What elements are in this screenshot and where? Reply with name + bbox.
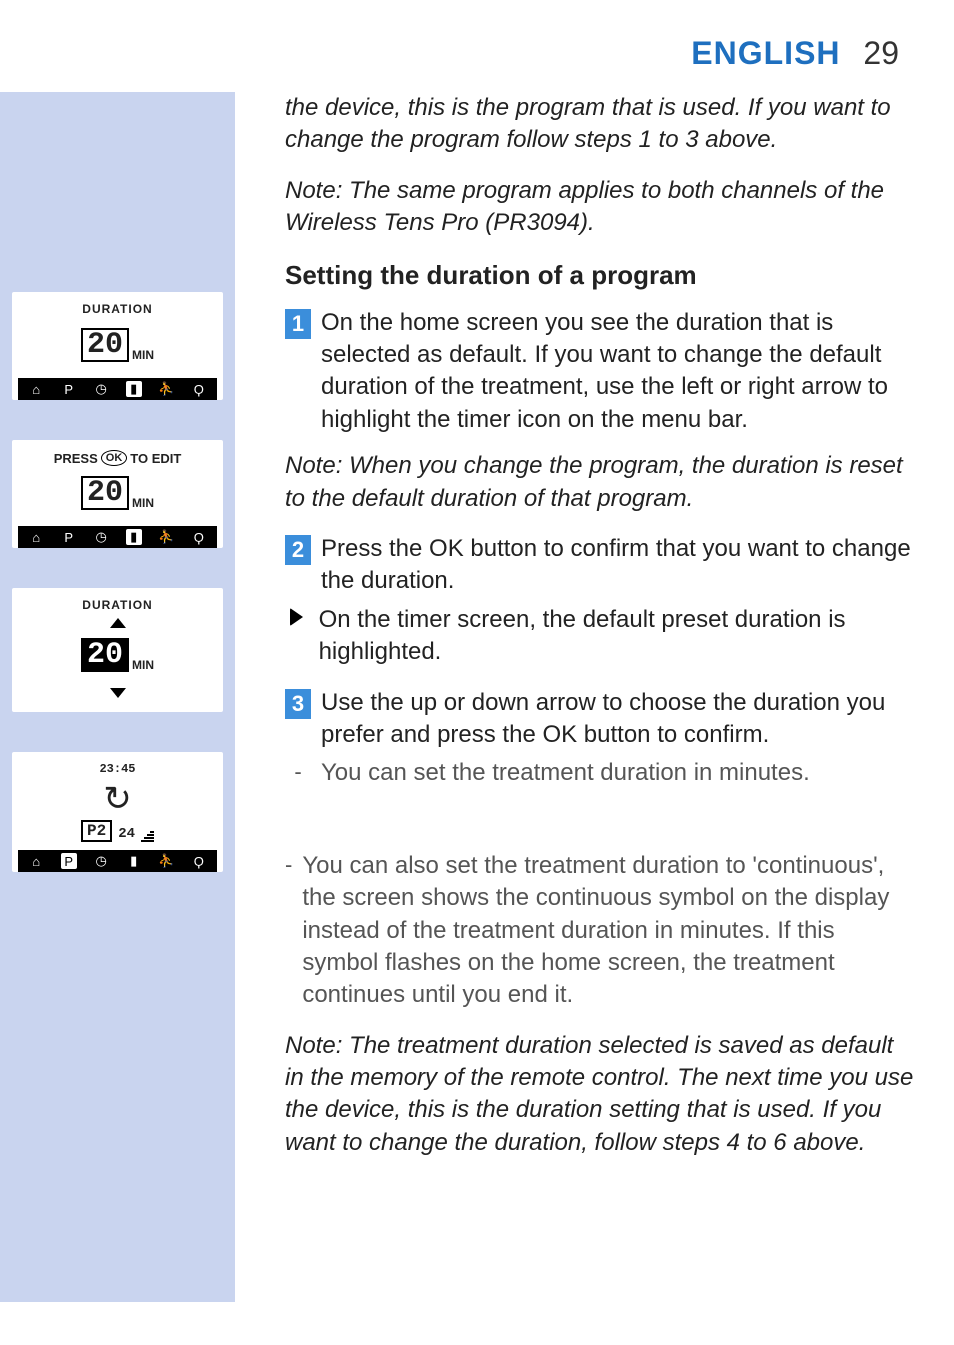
page-header: ENGLISH 29	[0, 0, 954, 92]
figure-duration-home: DURATION 20 MIN ⌂ P ◷ ▮ ⛹ Ϙ	[12, 292, 223, 400]
arrow-up-icon	[110, 618, 126, 628]
signal-bars-icon	[141, 831, 154, 842]
battery-icon: ▮	[126, 529, 142, 545]
step-2-sub-text: On the timer screen, the default preset …	[319, 604, 914, 669]
home-icon: ⌂	[28, 853, 44, 869]
step-badge-1: 1	[285, 309, 311, 339]
person-icon: ⛹	[158, 381, 174, 397]
step-3-sub-b: - You can also set the treatment duratio…	[285, 850, 914, 1012]
home-icon: ⌂	[28, 529, 44, 545]
fig2-menubar: ⌂ P ◷ ▮ ⛹ Ϙ	[18, 526, 217, 548]
figure-press-ok: PRESS OK TO EDIT 20 MIN ⌂ P ◷ ▮ ⛹ Ϙ	[12, 440, 223, 548]
page-number: 29	[863, 35, 899, 71]
step-badge-3: 3	[285, 689, 311, 719]
menu-y-icon: Ϙ	[191, 529, 207, 545]
step-1-text: On the home screen you see the duration …	[321, 307, 914, 437]
ok-icon: OK	[101, 450, 128, 466]
program-box: P2	[81, 820, 112, 842]
language-label: ENGLISH	[691, 35, 840, 71]
arrow-down-icon	[110, 688, 126, 698]
fig1-unit: MIN	[132, 348, 154, 362]
fig1-value: 20	[81, 328, 129, 362]
fig3-value: 20	[81, 638, 129, 672]
fig4-level: 24	[118, 826, 135, 842]
fig3-unit: MIN	[132, 658, 154, 672]
figure-duration-edit: DURATION 20 MIN	[12, 588, 223, 712]
fig1-title: DURATION	[82, 302, 152, 316]
program-icon: P	[61, 529, 77, 545]
note-reset: Note: When you change the program, the d…	[285, 450, 914, 515]
fig2-value: 20	[81, 476, 129, 510]
menu-y-icon: Ϙ	[191, 853, 207, 869]
dash-bullet: -	[285, 850, 292, 1012]
figure-sidebar: DURATION 20 MIN ⌂ P ◷ ▮ ⛹ Ϙ PRESS OK TO …	[0, 92, 235, 1302]
fig4-menubar: ⌂ P ◷ ▮ ⛹ Ϙ	[18, 850, 217, 872]
battery-icon: ▮	[126, 381, 142, 397]
program-icon: P	[61, 381, 77, 397]
step-1: 1 On the home screen you see the duratio…	[285, 307, 914, 437]
clock-icon: ◷	[93, 853, 109, 869]
triangle-bullet-icon	[285, 604, 309, 669]
intro-paragraph: the device, this is the program that is …	[285, 92, 914, 157]
step-2-sub: On the timer screen, the default preset …	[285, 604, 914, 669]
step-3: 3 Use the up or down arrow to choose the…	[285, 687, 914, 752]
fig2-unit: MIN	[132, 496, 154, 510]
menu-y-icon: Ϙ	[191, 381, 207, 397]
continuous-icon: ↻	[103, 782, 132, 816]
dash-bullet: -	[285, 757, 311, 789]
main-content: the device, this is the program that is …	[235, 92, 954, 1302]
fig1-time: 20 MIN	[81, 328, 154, 362]
fig4-time-top: 23:45	[99, 762, 135, 776]
note-channels: Note: The same program applies to both c…	[285, 175, 914, 240]
step-2-text: Press the OK button to confirm that you …	[321, 533, 914, 598]
fig2-time: 20 MIN	[81, 476, 154, 510]
program-icon: P	[61, 853, 77, 869]
press-label-left: PRESS	[54, 451, 98, 466]
step-3-sub-a-text: You can set the treatment duration in mi…	[321, 757, 810, 789]
note-saved: Note: The treatment duration selected is…	[285, 1030, 914, 1160]
fig1-menubar: ⌂ P ◷ ▮ ⛹ Ϙ	[18, 378, 217, 400]
step-3-sub-b-text: You can also set the treatment duration …	[302, 850, 914, 1012]
step-3-sub-a: - You can set the treatment duration in …	[285, 757, 914, 789]
fig3-title: DURATION	[82, 598, 152, 612]
person-icon: ⛹	[158, 529, 174, 545]
battery-icon: ▮	[126, 853, 142, 869]
person-icon: ⛹	[158, 853, 174, 869]
step-3-text: Use the up or down arrow to choose the d…	[321, 687, 914, 752]
figure-continuous: 23:45 ↻ P2 24 ⌂ P ◷ ▮ ⛹ Ϙ	[12, 752, 223, 872]
clock-icon: ◷	[93, 529, 109, 545]
fig2-press-line: PRESS OK TO EDIT	[54, 450, 182, 466]
press-label-right: TO EDIT	[130, 451, 181, 466]
clock-icon: ◷	[93, 381, 109, 397]
step-2: 2 Press the OK button to confirm that yo…	[285, 533, 914, 598]
home-icon: ⌂	[28, 381, 44, 397]
step-badge-2: 2	[285, 535, 311, 565]
fig3-time: 20 MIN	[81, 638, 154, 672]
section-heading: Setting the duration of a program	[285, 258, 914, 293]
